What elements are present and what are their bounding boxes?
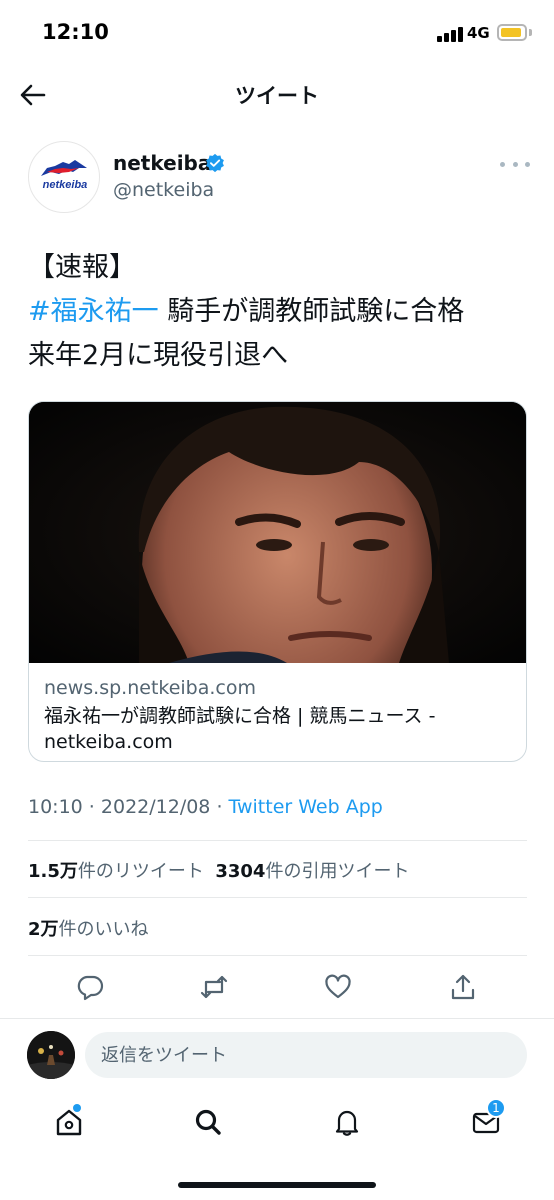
quote-label: 件の引用ツイート [265, 861, 410, 882]
like-label: 件のいいね [58, 919, 149, 940]
tweet-date: 2022/12/08 [100, 796, 211, 818]
tab-messages[interactable]: 1 [466, 1098, 506, 1142]
search-icon [195, 1109, 221, 1135]
author-handle[interactable]: @netkeiba [113, 179, 214, 201]
tweet-action-bar [28, 962, 527, 1012]
more-dot [525, 161, 530, 167]
tab-search[interactable] [188, 1102, 228, 1142]
tweet-text: 【速報】 #福永祐一 騎手が調教師試験に合格 来年2月に現役引退へ [28, 246, 528, 378]
tweet-line-3: 来年2月に現役引退へ [28, 340, 289, 371]
more-dot [500, 161, 505, 167]
messages-badge: 1 [486, 1098, 506, 1118]
likes-stats-row[interactable]: 2万件のいいね [28, 915, 149, 941]
battery-icon [497, 24, 527, 41]
tweet-time: 10:10 [28, 796, 83, 818]
tweet-line-2: #福永祐一 騎手が調教師試験に合格 [28, 290, 528, 334]
divider [28, 840, 527, 841]
divider [28, 897, 527, 898]
tweet-line-1: 【速報】 [28, 252, 136, 283]
network-type: 4G [467, 24, 490, 42]
netkeiba-logo: netkeiba [41, 160, 88, 191]
meta-separator: · [82, 796, 101, 818]
quotes-stat[interactable]: 3304件の引用ツイート [215, 861, 409, 882]
tweet-timestamp: 10:10 · 2022/12/08 · Twitter Web App [28, 796, 383, 818]
retweets-stat[interactable]: 1.5万件のリツイート [28, 861, 204, 882]
retweet-stats-row: 1.5万件のリツイート 3304件の引用ツイート [28, 857, 409, 883]
signal-icon [437, 26, 463, 42]
reply-input[interactable] [85, 1032, 527, 1078]
portrait-photo [29, 402, 526, 737]
nav-header: ツイート [0, 64, 554, 126]
link-card[interactable]: news.sp.netkeiba.com 福永祐一が調教師試験に合格 | 競馬ニ… [28, 401, 527, 762]
meta-separator: · [210, 796, 229, 818]
retweet-count: 1.5万 [28, 861, 78, 882]
like-icon[interactable] [324, 973, 352, 1001]
quote-count: 3304 [215, 861, 266, 882]
user-avatar[interactable] [27, 1031, 75, 1079]
svg-text:netkeiba: netkeiba [43, 179, 88, 191]
status-bar: 12:10 4G [0, 0, 554, 64]
more-options-button[interactable] [500, 154, 530, 174]
status-time: 12:10 [42, 20, 109, 44]
like-count: 2万 [28, 919, 59, 940]
tab-notifications[interactable] [327, 1102, 367, 1142]
home-indicator [178, 1182, 376, 1188]
home-icon [56, 1109, 82, 1136]
author-name[interactable]: netkeiba [113, 151, 211, 175]
card-title: 福永祐一が調教師試験に合格 | 競馬ニュース - netkeiba.com [44, 705, 436, 753]
verified-badge-icon [206, 153, 224, 173]
battery-cap [529, 29, 532, 36]
page-title: ツイート [235, 84, 319, 108]
user-avatar-image [27, 1031, 75, 1079]
reply-icon[interactable] [76, 973, 104, 1001]
tweet-line-2-text: 騎手が調教師試験に合格 [158, 296, 465, 327]
divider [28, 955, 527, 956]
new-tweets-dot [73, 1104, 81, 1112]
tab-home[interactable] [49, 1102, 89, 1142]
card-domain: news.sp.netkeiba.com [44, 677, 257, 699]
reply-bar [0, 1018, 554, 1090]
bell-icon [335, 1110, 359, 1136]
retweet-icon[interactable] [200, 973, 228, 1001]
card-image [29, 402, 526, 737]
more-dot [512, 161, 518, 167]
retweet-label: 件のリツイート [77, 861, 204, 882]
share-icon[interactable] [449, 973, 477, 1001]
hashtag-link[interactable]: #福永祐一 [28, 296, 159, 327]
author-avatar[interactable]: netkeiba [28, 141, 100, 213]
tweet-source-link[interactable]: Twitter Web App [229, 796, 383, 818]
